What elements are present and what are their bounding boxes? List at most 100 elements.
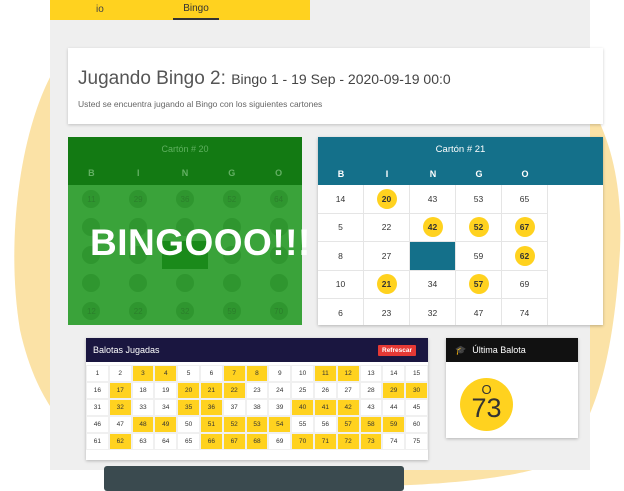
balota-cell: 25 (291, 382, 314, 399)
last-ball: O 73 (460, 378, 513, 431)
carton-20-cell (68, 269, 115, 297)
carton-21-marked-number: 20 (376, 188, 397, 209)
balota-cell: 33 (131, 399, 155, 416)
balota-cell: 15 (405, 365, 428, 382)
carton-20-cell: 70 (255, 297, 302, 325)
carton-21-cell: 23 (364, 299, 410, 325)
balota-played: 62 (108, 433, 132, 450)
balota-cell: 55 (291, 416, 314, 433)
balota-cell: 44 (382, 399, 406, 416)
refresh-button[interactable]: Refrescar (378, 345, 416, 356)
balota-cell: 26 (313, 382, 337, 399)
carton-20-number: 52 (222, 190, 241, 208)
balota-played: 8 (245, 365, 269, 382)
balota-cell: 10 (291, 365, 314, 382)
carton-20-headers: B I N G O (68, 161, 302, 185)
balota-cell: 23 (245, 382, 269, 399)
carton-21-marked-number: 62 (514, 245, 535, 266)
carton-20-number: 32 (175, 302, 194, 320)
carton-20-number: 11 (82, 190, 101, 208)
carton-21-cell: 8 (318, 242, 364, 271)
ultima-title: Última Balota (472, 345, 526, 355)
carton-20-number (175, 274, 194, 292)
balota-cell: 38 (245, 399, 269, 416)
carton-20-cell (255, 269, 302, 297)
carton-21-number: 53 (473, 193, 484, 204)
balota-cell: 28 (359, 382, 383, 399)
balota-cell: 2 (108, 365, 132, 382)
balota-cell: 39 (268, 399, 292, 416)
balota-played: 53 (245, 416, 269, 433)
balota-played: 35 (177, 399, 200, 416)
balota-played: 17 (108, 382, 132, 399)
carton-20-number: 12 (82, 302, 101, 320)
carton-21-cell: 32 (410, 299, 456, 325)
balota-played: 73 (359, 433, 383, 450)
nav-tab-previous[interactable]: io (96, 4, 104, 15)
carton-20-cell (162, 269, 209, 297)
balota-cell: 74 (382, 433, 406, 450)
carton-21-number: 69 (519, 279, 530, 290)
carton-21-number: 8 (338, 250, 343, 261)
balota-played: 21 (199, 382, 223, 399)
balota-played: 20 (177, 382, 200, 399)
carton-20-header-n: N (181, 168, 189, 178)
balota-cell: 5 (177, 365, 200, 382)
carton-21-cell: 22 (364, 213, 410, 242)
balota-played: 66 (199, 433, 223, 450)
carton-21-number: 5 (338, 222, 343, 233)
balota-played: 41 (313, 399, 337, 416)
balota-played: 3 (131, 365, 155, 382)
bingo-status: BINGOOO!!! (90, 222, 311, 263)
carton-21-cell: 59 (456, 242, 502, 271)
balota-played: 30 (405, 382, 428, 399)
balota-played: 67 (222, 433, 246, 450)
balota-cell: 19 (154, 382, 178, 399)
balota-cell: 56 (313, 416, 337, 433)
carton-21-cell: 10 (318, 270, 364, 299)
carton-20-number (82, 274, 101, 292)
balota-cell: 61 (86, 433, 109, 450)
carton-20-cell: 52 (208, 185, 255, 213)
balota-cell: 34 (154, 399, 178, 416)
balota-played: 49 (154, 416, 178, 433)
balota-cell: 65 (177, 433, 200, 450)
carton-20-cell: 64 (255, 185, 302, 213)
carton-20-cell (208, 269, 255, 297)
balota-played: 58 (359, 416, 383, 433)
carton-21-number: 27 (381, 250, 392, 261)
balota-played: 36 (199, 399, 223, 416)
balota-cell: 75 (405, 433, 428, 450)
balota-played: 54 (268, 416, 292, 433)
balota-played: 7 (222, 365, 246, 382)
carton-20-number: 36 (175, 190, 194, 208)
carton-21-cell: 5 (318, 213, 364, 242)
carton-21-cell: 74 (502, 299, 548, 325)
balota-cell: 47 (108, 416, 132, 433)
carton-20-cell: 36 (162, 185, 209, 213)
carton-21-number: 47 (473, 307, 484, 318)
nav-tab-bingo[interactable]: Bingo (173, 0, 219, 20)
carton-21-number: 6 (338, 307, 343, 318)
carton-20-cell: 11 (68, 185, 115, 213)
carton-21-cell: 6 (318, 299, 364, 325)
carton-21-marked-number: 57 (468, 274, 489, 295)
balota-played: 72 (336, 433, 360, 450)
carton-20-number: 59 (222, 302, 241, 320)
carton-20-number (129, 274, 148, 292)
balota-cell: 9 (268, 365, 292, 382)
balota-cell: 45 (405, 399, 428, 416)
carton-20-header-o: O (275, 168, 283, 178)
carton-21-number: 59 (473, 250, 484, 261)
balota-played: 4 (154, 365, 178, 382)
carton-21-number: 74 (519, 307, 530, 318)
carton-20-cell: 22 (115, 297, 162, 325)
balotas-jugadas-panel: Balotas Jugadas Refrescar 1 2 3 4 5 6 7 8 9 10 11 1… (86, 338, 428, 460)
balota-played: 70 (291, 433, 314, 450)
page-title-main: Jugando Bingo 2: (78, 68, 226, 89)
carton-21-header-i: I (385, 169, 389, 179)
balota-played: 32 (108, 399, 132, 416)
carton-20-number (269, 274, 288, 292)
carton-21-number: 34 (427, 279, 438, 290)
carton-21-number: 65 (519, 193, 530, 204)
